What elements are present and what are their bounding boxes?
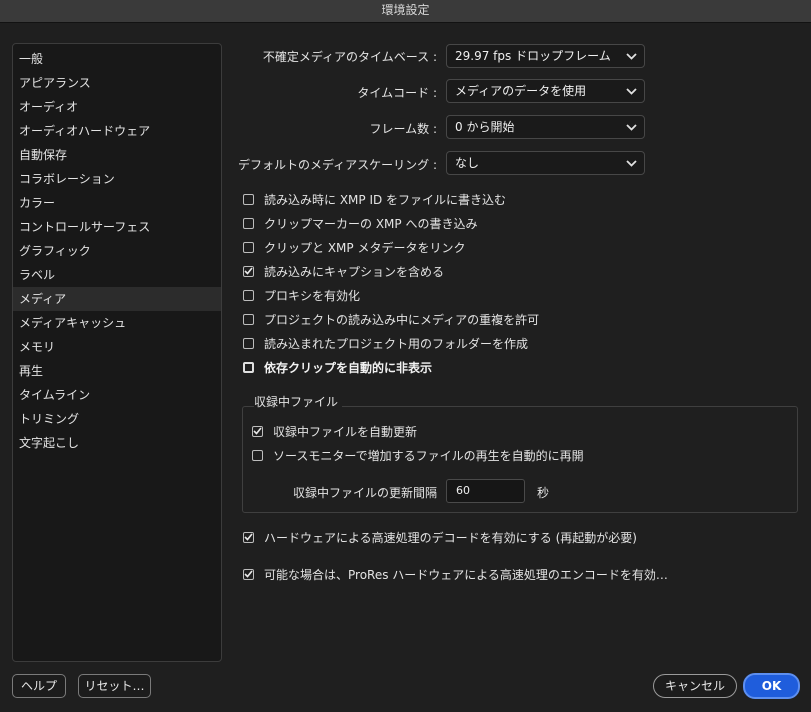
hardware-decode-option[interactable]: ハードウェアによる高速処理のデコードを有効にする (再起動が必要) (243, 528, 637, 546)
sidebar-item-graphics[interactable]: グラフィック (13, 239, 221, 263)
checkbox[interactable] (243, 361, 254, 373)
sidebar-item-audio-hardware[interactable]: オーディオハードウェア (13, 119, 221, 143)
option-label: 読み込みにキャプションを含める (264, 264, 445, 279)
timecode-value: メディアのデータを使用 (455, 84, 587, 98)
checkmark-icon (253, 427, 262, 435)
sidebar-item-media-cache[interactable]: メディアキャッシュ (13, 311, 221, 335)
reset-button[interactable]: リセット… (78, 674, 151, 698)
create-project-folder-option[interactable]: 読み込まれたプロジェクト用のフォルダーを作成 (243, 334, 528, 352)
resume-growing-playback-option[interactable]: ソースモニターで増加するファイルの再生を自動的に再開 (252, 446, 584, 464)
allow-duplicate-media-option[interactable]: プロジェクトの読み込み中にメディアの重複を許可 (243, 310, 539, 328)
write-xmp-id-option[interactable]: 読み込み時に XMP ID をファイルに書き込む (243, 190, 506, 208)
sidebar-item-auto-save[interactable]: 自動保存 (13, 143, 221, 167)
hide-dependent-clips-option[interactable]: 依存クリップを自動的に非表示 (243, 358, 432, 376)
timebase-value: 29.97 fps ドロップフレーム (455, 49, 611, 63)
option-label: クリップと XMP メタデータをリンク (264, 240, 466, 255)
chevron-down-icon (626, 152, 637, 174)
help-button[interactable]: ヘルプ (12, 674, 66, 698)
option-label: クリップマーカーの XMP への書き込み (264, 216, 478, 231)
option-label: 収録中ファイルを自動更新 (273, 424, 418, 439)
timecode-select[interactable]: メディアのデータを使用 (446, 79, 645, 103)
sidebar-item-audio[interactable]: オーディオ (13, 95, 221, 119)
refresh-interval-input[interactable]: 60 (446, 479, 525, 503)
sidebar-item-transcription[interactable]: 文字起こし (13, 431, 221, 455)
refresh-interval-label: 収録中ファイルの更新間隔 (292, 486, 437, 500)
checkbox-checked[interactable] (252, 425, 263, 437)
frame-count-value: 0 から開始 (455, 120, 515, 134)
preferences-category-list: 一般 アピアランス オーディオ オーディオハードウェア 自動保存 コラボレーショ… (12, 43, 222, 662)
media-scaling-value: なし (455, 156, 480, 170)
sidebar-item-playback[interactable]: 再生 (13, 359, 221, 383)
media-scaling-select[interactable]: なし (446, 151, 645, 175)
frame-count-select[interactable]: 0 から開始 (446, 115, 645, 139)
option-label: 読み込み時に XMP ID をファイルに書き込む (264, 192, 507, 207)
checkbox-checked[interactable] (243, 265, 254, 277)
chevron-down-icon (626, 80, 637, 102)
include-captions-option[interactable]: 読み込みにキャプションを含める (243, 262, 444, 280)
option-label: プロキシを有効化 (264, 288, 361, 303)
prores-hardware-encode-option[interactable]: 可能な場合は、ProRes ハードウェアによる高速処理のエンコードを有効… (243, 565, 668, 583)
chevron-down-icon (626, 45, 637, 67)
sidebar-item-control-surface[interactable]: コントロールサーフェス (13, 215, 221, 239)
checkbox-checked[interactable] (243, 568, 254, 580)
option-label: 可能な場合は、ProRes ハードウェアによる高速処理のエンコードを有効… (264, 567, 668, 582)
ok-button[interactable]: OK (743, 673, 800, 699)
growing-files-title: 収録中ファイル (254, 393, 343, 410)
option-label: ハードウェアによる高速処理のデコードを有効にする (再起動が必要) (264, 530, 637, 545)
chevron-down-icon (626, 116, 637, 138)
checkmark-icon (244, 570, 253, 578)
refresh-interval-unit: 秒 (537, 486, 550, 500)
link-xmp-metadata-option[interactable]: クリップと XMP メタデータをリンク (243, 238, 465, 256)
window-title: 環境設定 (0, 0, 811, 23)
media-scaling-label: デフォルトのメディアスケーリング : (237, 158, 437, 172)
sidebar-item-media[interactable]: メディア (13, 287, 221, 311)
timecode-label: タイムコード : (357, 86, 437, 100)
checkmark-icon (244, 533, 253, 541)
option-label: プロジェクトの読み込み中にメディアの重複を許可 (264, 312, 540, 327)
checkbox[interactable] (243, 313, 254, 325)
sidebar-item-general[interactable]: 一般 (13, 47, 221, 71)
sidebar-item-appearance[interactable]: アピアランス (13, 71, 221, 95)
checkbox[interactable] (243, 241, 254, 253)
option-label: ソースモニターで増加するファイルの再生を自動的に再開 (273, 448, 584, 463)
clip-marker-xmp-option[interactable]: クリップマーカーの XMP への書き込み (243, 214, 477, 232)
option-label: 依存クリップを自動的に非表示 (264, 360, 433, 375)
sidebar-item-timeline[interactable]: タイムライン (13, 383, 221, 407)
cancel-button[interactable]: キャンセル (653, 674, 737, 698)
frame-count-label: フレーム数 : (369, 122, 438, 136)
checkbox[interactable] (243, 337, 254, 349)
checkbox[interactable] (243, 217, 254, 229)
timebase-label: 不確定メディアのタイムベース : (262, 50, 437, 64)
sidebar-item-color[interactable]: カラー (13, 191, 221, 215)
checkmark-icon (244, 267, 253, 275)
checkbox[interactable] (243, 289, 254, 301)
sidebar-item-labels[interactable]: ラベル (13, 263, 221, 287)
sidebar-item-trimming[interactable]: トリミング (13, 407, 221, 431)
enable-proxies-option[interactable]: プロキシを有効化 (243, 286, 360, 304)
checkbox[interactable] (243, 193, 254, 205)
checkbox-checked[interactable] (243, 531, 254, 543)
timebase-select[interactable]: 29.97 fps ドロップフレーム (446, 44, 645, 68)
checkbox[interactable] (252, 449, 263, 461)
option-label: 読み込まれたプロジェクト用のフォルダーを作成 (264, 336, 529, 351)
sidebar-item-collaboration[interactable]: コラボレーション (13, 167, 221, 191)
auto-refresh-growing-files-option[interactable]: 収録中ファイルを自動更新 (252, 422, 417, 440)
sidebar-item-memory[interactable]: メモリ (13, 335, 221, 359)
